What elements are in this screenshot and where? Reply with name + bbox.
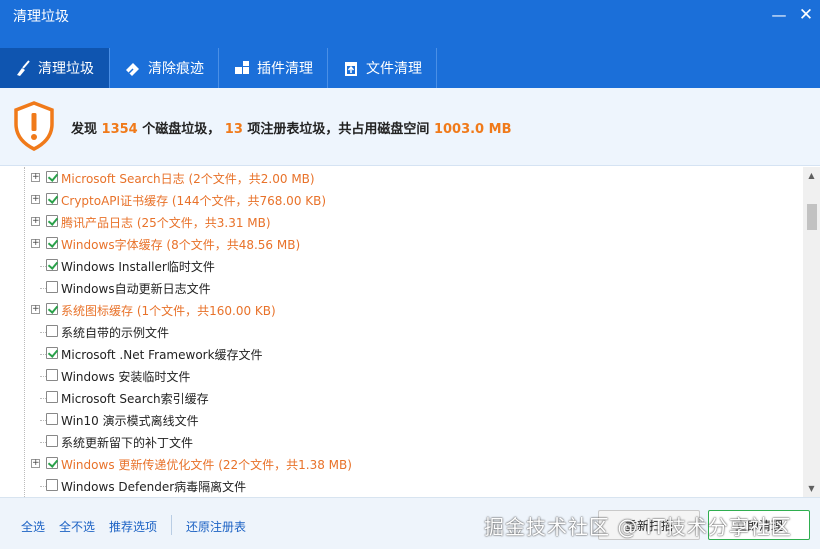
- tab-label: 清除痕迹: [148, 61, 204, 77]
- item-label: CryptoAPI证书缓存 (144个文件，共768.00 KB): [61, 194, 327, 208]
- scan-summary: 发现 1354 个磁盘垃圾， 13 项注册表垃圾，共占用磁盘空间 1003.0 …: [0, 88, 820, 166]
- item-label: Windows字体缓存 (8个文件，共48.56 MB): [61, 238, 301, 252]
- tab-clear-traces[interactable]: 清除痕迹: [110, 48, 219, 88]
- tab-bar: 清理垃圾 清除痕迹 插件清理 文件清理: [0, 48, 820, 88]
- item-label: 系统自带的示例文件: [61, 326, 170, 340]
- title-bar: 清理垃圾 — ✕: [0, 0, 820, 48]
- item-label: Windows自动更新日志文件: [61, 282, 211, 296]
- item-label: Microsoft .Net Framework缓存文件: [61, 348, 263, 362]
- disk-junk-count: 1354: [101, 122, 138, 137]
- item-checkbox[interactable]: [46, 237, 58, 249]
- eraser-icon: [124, 59, 142, 77]
- item-checkbox[interactable]: [46, 391, 58, 403]
- window-title: 清理垃圾: [13, 9, 69, 25]
- item-label: 系统更新留下的补丁文件: [61, 436, 194, 450]
- item-checkbox[interactable]: [46, 457, 58, 469]
- warning-shield-icon: [10, 100, 58, 152]
- item-label: Windows Installer临时文件: [61, 260, 215, 274]
- tab-plugin-clean[interactable]: 插件清理: [219, 48, 328, 88]
- scroll-up-icon[interactable]: ▲: [803, 167, 820, 184]
- minimize-button[interactable]: —: [767, 4, 791, 26]
- list-item[interactable]: Windows Defender病毒隔离文件: [0, 475, 800, 497]
- list-item[interactable]: Win10 演示模式离线文件: [0, 409, 800, 431]
- item-checkbox[interactable]: [46, 171, 58, 183]
- list-item[interactable]: + Microsoft Search日志 (2个文件，共2.00 MB): [0, 167, 800, 189]
- item-checkbox[interactable]: [46, 479, 58, 491]
- bottom-bar: 全选 全不选 推荐选项 还原注册表 重新扫描 立即清理 掘金技术社区 @ IT技…: [0, 497, 820, 549]
- item-checkbox[interactable]: [46, 325, 58, 337]
- expand-icon[interactable]: +: [31, 459, 40, 468]
- watermark: 掘金技术社区 @ IT技术分享社区: [484, 515, 792, 539]
- list-item[interactable]: Windows自动更新日志文件: [0, 277, 800, 299]
- item-checkbox[interactable]: [46, 281, 58, 293]
- item-label: Windows 安装临时文件: [61, 370, 191, 384]
- registry-junk-count: 13: [224, 122, 243, 137]
- item-label: 系统图标缓存 (1个文件，共160.00 KB): [61, 304, 276, 318]
- select-none-link[interactable]: 全不选: [59, 518, 95, 535]
- tab-label: 清理垃圾: [38, 61, 94, 77]
- tab-file-clean[interactable]: 文件清理: [328, 48, 437, 88]
- tab-label: 文件清理: [366, 61, 422, 77]
- puzzle-icon: [233, 59, 251, 77]
- close-button[interactable]: ✕: [794, 4, 818, 26]
- expand-icon[interactable]: +: [31, 195, 40, 204]
- summary-message: 发现 1354 个磁盘垃圾， 13 项注册表垃圾，共占用磁盘空间 1003.0 …: [71, 118, 511, 137]
- junk-item-list: + Microsoft Search日志 (2个文件，共2.00 MB) + Cryp…: [0, 167, 820, 497]
- item-checkbox[interactable]: [46, 259, 58, 271]
- item-label: Win10 演示模式离线文件: [61, 414, 199, 428]
- scroll-down-icon[interactable]: ▼: [803, 480, 820, 497]
- item-label: 腾讯产品日志 (25个文件，共3.31 MB): [61, 216, 271, 230]
- item-checkbox[interactable]: [46, 369, 58, 381]
- tab-label: 插件清理: [257, 61, 313, 77]
- item-checkbox[interactable]: [46, 215, 58, 227]
- select-all-link[interactable]: 全选: [21, 518, 45, 535]
- scroll-thumb[interactable]: [807, 204, 817, 230]
- broom-icon: [14, 59, 32, 77]
- list-item[interactable]: + 腾讯产品日志 (25个文件，共3.31 MB): [0, 211, 800, 233]
- list-item[interactable]: + Windows字体缓存 (8个文件，共48.56 MB): [0, 233, 800, 255]
- summary-text: 项注册表垃圾，共占用磁盘空间: [242, 122, 434, 137]
- summary-prefix: 发现: [71, 122, 102, 137]
- item-checkbox[interactable]: [46, 413, 58, 425]
- item-label: Windows 更新传递优化文件 (22个文件，共1.38 MB): [61, 458, 352, 472]
- expand-icon[interactable]: +: [31, 239, 40, 248]
- restore-registry-link[interactable]: 还原注册表: [186, 518, 246, 535]
- item-label: Microsoft Search索引缓存: [61, 392, 209, 406]
- disk-space-total: 1003.0 MB: [433, 122, 512, 137]
- list-item[interactable]: Windows 安装临时文件: [0, 365, 800, 387]
- item-checkbox[interactable]: [46, 347, 58, 359]
- list-item[interactable]: + CryptoAPI证书缓存 (144个文件，共768.00 KB): [0, 189, 800, 211]
- list-item[interactable]: Microsoft .Net Framework缓存文件: [0, 343, 800, 365]
- expand-icon[interactable]: +: [31, 305, 40, 314]
- item-label: Microsoft Search日志 (2个文件，共2.00 MB): [61, 172, 315, 186]
- list-item[interactable]: 系统自带的示例文件: [0, 321, 800, 343]
- trash-icon: [342, 59, 360, 77]
- vertical-scrollbar[interactable]: ▲ ▼: [803, 167, 820, 497]
- recommended-link[interactable]: 推荐选项: [109, 518, 157, 535]
- item-label: Windows Defender病毒隔离文件: [61, 480, 247, 494]
- list-item[interactable]: 系统更新留下的补丁文件: [0, 431, 800, 453]
- list-item[interactable]: Microsoft Search索引缓存: [0, 387, 800, 409]
- list-item[interactable]: + Windows 更新传递优化文件 (22个文件，共1.38 MB): [0, 453, 800, 475]
- summary-text: 个磁盘垃圾，: [137, 122, 225, 137]
- expand-icon[interactable]: +: [31, 173, 40, 182]
- list-item[interactable]: Windows Installer临时文件: [0, 255, 800, 277]
- divider: [171, 515, 172, 535]
- expand-icon[interactable]: +: [31, 217, 40, 226]
- item-checkbox[interactable]: [46, 193, 58, 205]
- tab-clean-junk[interactable]: 清理垃圾: [0, 48, 110, 88]
- list-item[interactable]: + 系统图标缓存 (1个文件，共160.00 KB): [0, 299, 800, 321]
- item-checkbox[interactable]: [46, 435, 58, 447]
- item-checkbox[interactable]: [46, 303, 58, 315]
